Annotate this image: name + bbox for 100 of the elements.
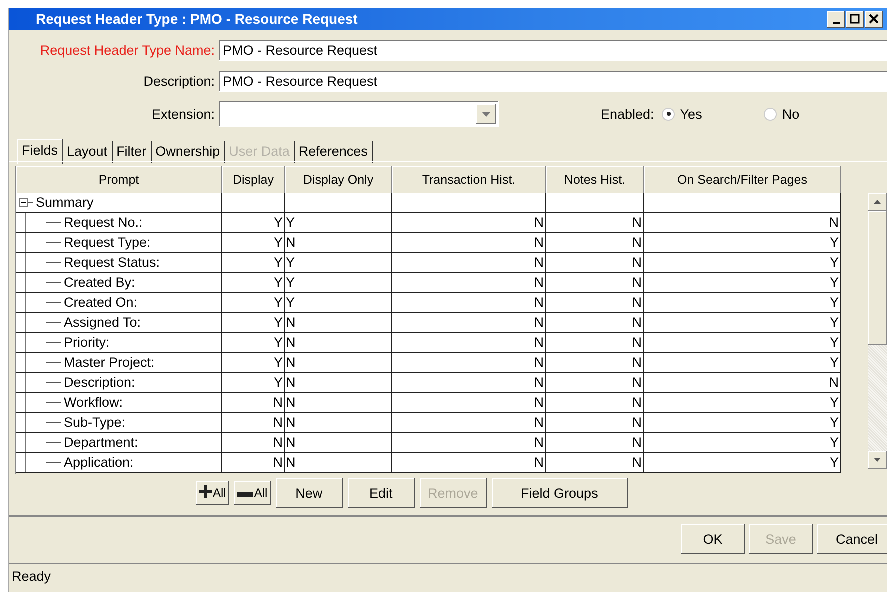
tree-label: Application: <box>64 455 134 470</box>
table-cell: N <box>546 433 644 453</box>
table-cell: N <box>644 373 841 393</box>
table-cell: Y <box>285 273 392 293</box>
table-cell: N <box>546 453 644 473</box>
column-header[interactable]: Display Only <box>285 166 392 194</box>
table-cell: N <box>222 433 285 453</box>
table-cell: Y <box>285 253 392 273</box>
button[interactable]: OK <box>681 524 745 554</box>
table-cell: N <box>285 353 392 373</box>
field-label: Description: <box>142 74 216 89</box>
table-cell: N <box>222 453 285 473</box>
button[interactable]: Edit <box>348 478 415 508</box>
table-cell: N <box>392 233 546 253</box>
button[interactable]: New <box>276 478 343 508</box>
tab[interactable]: Fields <box>17 139 64 164</box>
field-label: Request Header Type Name: <box>39 43 216 58</box>
table-cell: N <box>546 313 644 333</box>
table-cell: Y <box>222 333 285 353</box>
window-title: Request Header Type : PMO - Resource Request <box>36 11 358 27</box>
table-cell: N <box>392 453 546 473</box>
table-cell: N <box>285 313 392 333</box>
table-cell: N <box>546 273 644 293</box>
column-header[interactable]: Display <box>222 166 285 194</box>
table-cell: Y <box>644 293 841 313</box>
tab[interactable]: Layout <box>63 141 113 163</box>
field-label: Extension: <box>150 106 216 122</box>
status-text: Ready <box>12 568 52 584</box>
table-cell: N <box>392 313 546 333</box>
table-cell: Y <box>644 313 841 333</box>
table-cell: N <box>285 233 392 253</box>
collapse-all-button[interactable]: All <box>234 481 271 505</box>
table-cell: N <box>546 333 644 353</box>
table-cell: Y <box>644 453 841 473</box>
table-cell: Y <box>222 293 285 313</box>
table-cell: N <box>546 233 644 253</box>
table-cell: N <box>222 393 285 413</box>
table-cell: N <box>392 333 546 353</box>
expand-all-button[interactable]: All <box>196 481 230 505</box>
table-cell: Y <box>644 393 841 413</box>
table-cell: Y <box>644 413 841 433</box>
table-cell: N <box>392 213 546 233</box>
table-cell: N <box>285 453 392 473</box>
table-cell: Y <box>222 353 285 373</box>
table-cell: Y <box>222 213 285 233</box>
column-header[interactable]: Transaction Hist. <box>392 166 546 194</box>
tree-label: Request Status: <box>64 255 160 270</box>
table-cell: N <box>222 413 285 433</box>
tree-label: Workflow: <box>64 395 124 410</box>
button[interactable]: Cancel <box>817 524 887 554</box>
table-cell: Y <box>644 433 841 453</box>
tree-label: Assigned To: <box>64 315 142 330</box>
table-cell: N <box>392 393 546 413</box>
radio-option[interactable]: No <box>764 106 800 122</box>
table-cell: N <box>644 213 841 233</box>
table-cell: Y <box>222 233 285 253</box>
table-cell: Y <box>222 273 285 293</box>
column-header[interactable]: On Search/Filter Pages <box>644 166 841 194</box>
table-cell: Y <box>644 353 841 373</box>
table-cell: N <box>285 393 392 413</box>
tree-label: Sub-Type: <box>64 415 126 430</box>
radio-option[interactable]: Yes <box>662 106 702 122</box>
table-cell: N <box>392 253 546 273</box>
table-cell: N <box>392 293 546 313</box>
table-cell: Y <box>644 253 841 273</box>
tree-label: Master Project: <box>64 355 155 370</box>
tree-label: Department: <box>64 435 138 450</box>
field-label: Enabled: <box>601 106 654 122</box>
text-field[interactable]: PMO - Resource Request <box>219 71 887 92</box>
tab[interactable]: Ownership <box>152 141 226 163</box>
table-cell: Y <box>285 293 392 313</box>
table-cell: N <box>546 293 644 313</box>
table-cell: N <box>285 433 392 453</box>
table-cell: Y <box>644 233 841 253</box>
column-header[interactable]: Prompt <box>16 166 222 194</box>
table-cell: Y <box>644 273 841 293</box>
table-cell: N <box>546 373 644 393</box>
tab[interactable]: References <box>294 141 373 163</box>
table-cell: N <box>546 213 644 233</box>
tree-label: Description: <box>64 375 136 390</box>
button[interactable]: Field Groups <box>492 478 628 508</box>
column-header[interactable]: Notes Hist. <box>546 166 644 194</box>
table-cell: N <box>546 353 644 373</box>
table-cell: N <box>546 393 644 413</box>
tree-label: Priority: <box>64 335 110 350</box>
table-cell: N <box>392 273 546 293</box>
table-cell: N <box>392 373 546 393</box>
tree-label: Request No.: <box>64 215 143 230</box>
tree-label: Created By: <box>64 275 136 290</box>
table-cell: N <box>546 253 644 273</box>
table-cell: Y <box>644 333 841 353</box>
table-cell: Y <box>285 213 392 233</box>
table-cell: Y <box>222 253 285 273</box>
table-cell: N <box>285 373 392 393</box>
table-cell: Y <box>222 313 285 333</box>
text-field[interactable]: PMO - Resource Request <box>219 40 887 61</box>
tab[interactable]: Filter <box>112 141 152 163</box>
table-cell: N <box>546 413 644 433</box>
table-cell: N <box>392 433 546 453</box>
table-cell: N <box>285 333 392 353</box>
